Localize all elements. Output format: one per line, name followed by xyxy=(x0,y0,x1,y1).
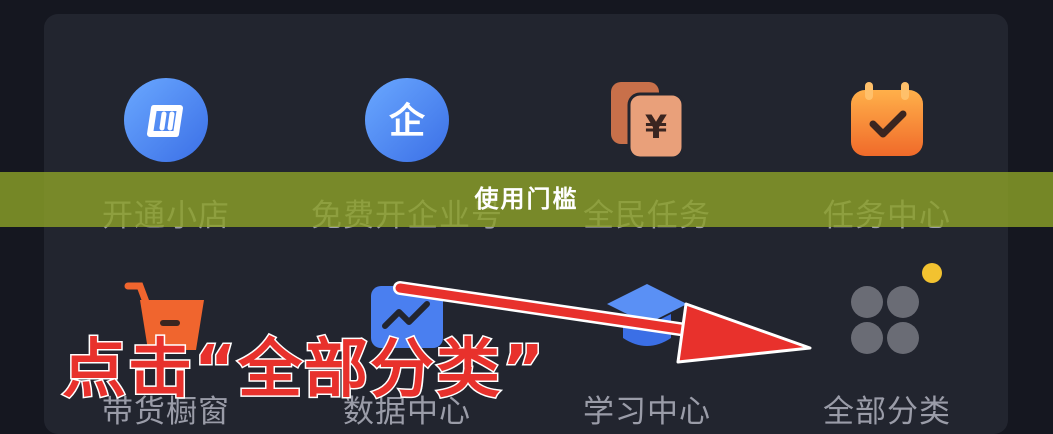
money-cards-icon: ¥ xyxy=(611,82,685,160)
instruction-overlay-text: 点击“全部分类” xyxy=(60,332,547,409)
enterprise-icon: 企 xyxy=(365,78,449,162)
svg-text:¥: ¥ xyxy=(645,108,667,146)
shop-open-icon xyxy=(124,78,208,162)
menu-label: 学习中心 xyxy=(583,394,711,430)
banner-text: 使用门槛 xyxy=(474,185,579,213)
notification-dot-icon xyxy=(922,263,942,283)
svg-text:企: 企 xyxy=(389,100,426,142)
calendar-check-icon xyxy=(851,82,923,156)
all-categories-icon xyxy=(851,286,919,354)
menu-label: 全部分类 xyxy=(823,394,951,430)
